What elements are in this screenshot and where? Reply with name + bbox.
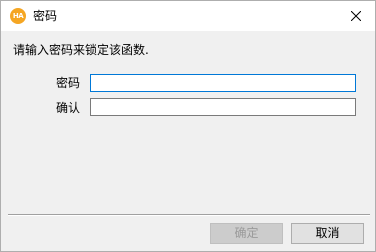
ok-button[interactable]: 确定	[210, 223, 283, 244]
title-bar: HA 密码	[1, 1, 375, 31]
dialog-description: 请输入密码来锁定该函数.	[13, 43, 149, 57]
confirm-password-field[interactable]	[90, 98, 356, 116]
close-icon	[351, 11, 361, 21]
app-logo-icon: HA	[10, 8, 26, 24]
close-button[interactable]	[341, 5, 371, 27]
cancel-button[interactable]: 取消	[291, 223, 364, 244]
password-field[interactable]	[90, 74, 356, 92]
password-label: 密码	[55, 76, 80, 90]
confirm-label: 确认	[55, 101, 80, 115]
window-title: 密码	[33, 9, 58, 23]
password-dialog: HA 密码 请输入密码来锁定该函数. 密码 确认 确定 取消	[0, 0, 376, 252]
button-area-divider	[8, 214, 370, 216]
